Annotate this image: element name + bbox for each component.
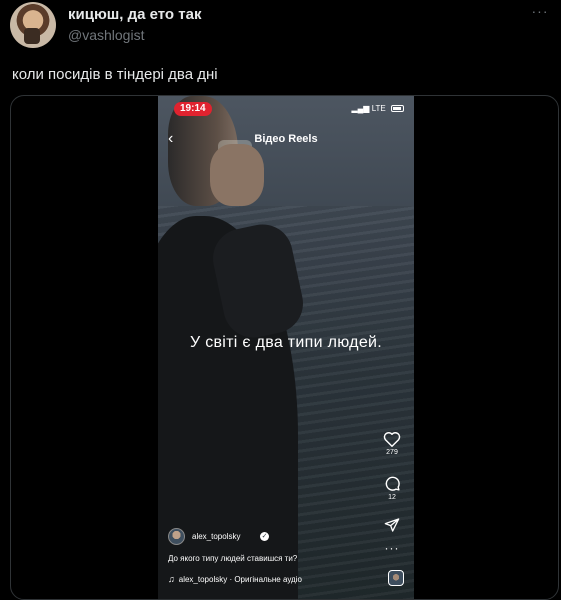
heart-icon [383,432,401,447]
author-name[interactable]: alex_topolsky [192,532,240,541]
phone-status-bar: 19:14 ▂▄▆ LTE [158,102,414,116]
more-options-icon[interactable]: ··· [531,4,549,24]
verified-badge-icon: ✓ [260,532,269,541]
author-avatar[interactable] [168,528,185,545]
comment-count: 12 [388,494,396,501]
audio-info[interactable]: ♫ alex_topolsky · Оригінальне аудіо [168,574,302,584]
share-button[interactable] [378,517,406,543]
reel-screen: 19:14 ▂▄▆ LTE ‹ Відео Reels У світі є дв… [158,96,414,599]
send-icon [384,518,400,532]
audio-label: alex_topolsky · Оригінальне аудіо [178,575,302,584]
comment-button[interactable]: 12 [378,475,406,515]
user-handle[interactable]: @vashlogist [68,27,144,43]
status-time: 19:14 [174,102,212,116]
reels-header: ‹ Відео Reels [158,130,414,150]
music-note-icon: ♫ [168,574,175,584]
battery-icon [391,105,404,113]
reel-caption: До якого типу людей ставишся ти? [168,554,298,563]
tweet-header: кицюш, да ето так @vashlogist ··· [10,2,551,48]
status-indicators: ▂▄▆ LTE [351,104,404,113]
display-name[interactable]: кицюш, да ето так [68,6,201,23]
reel-more-icon[interactable]: ··· [378,542,406,559]
signal-icon: ▂▄▆ [351,104,370,113]
tweet-text: коли посидів в тіндері два дні [12,66,218,83]
like-count: 279 [386,449,398,456]
video-overlay-text: У світі є два типи людей. [189,334,382,351]
like-button[interactable]: 279 [378,431,406,471]
reel-action-bar: 279 12 ··· [378,431,406,559]
person-hand [210,144,264,206]
comment-icon [385,476,400,491]
tweet-media-video[interactable]: 19:14 ▂▄▆ LTE ‹ Відео Reels У світі є дв… [10,95,559,600]
audio-thumbnail[interactable] [388,570,404,586]
user-avatar[interactable] [10,2,56,48]
reels-title: Відео Reels [254,133,318,145]
network-label: LTE [371,104,386,113]
